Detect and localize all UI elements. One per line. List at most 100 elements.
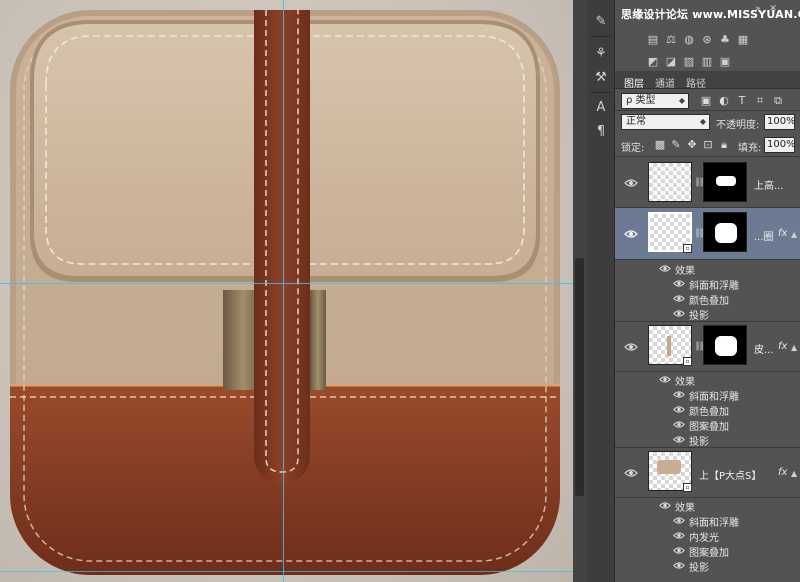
adjustment-filter-icon[interactable]: ◐ xyxy=(718,95,730,107)
lock-label: 锁定: xyxy=(621,143,645,154)
lock-image-icon[interactable]: ✎ xyxy=(670,139,682,151)
clone-source-icon[interactable]: ⚘ xyxy=(591,44,611,64)
eye-icon[interactable] xyxy=(624,468,638,478)
opacity-input[interactable]: 100% xyxy=(764,114,796,130)
tab-layers[interactable]: 图层 xyxy=(624,75,644,90)
effect-item[interactable]: 图案叠加 xyxy=(615,543,800,559)
eye-icon[interactable] xyxy=(673,546,685,555)
eye-icon[interactable] xyxy=(673,561,685,570)
tool-presets-icon[interactable]: ⚒ xyxy=(591,68,611,88)
effect-item[interactable]: 斜面和浮雕 xyxy=(615,513,800,529)
effects-group[interactable]: 效果 xyxy=(615,261,800,277)
eye-icon[interactable] xyxy=(673,279,685,288)
invert-icon[interactable]: ◩ xyxy=(646,55,660,69)
eye-icon[interactable] xyxy=(624,342,638,352)
chevron-up-icon[interactable]: ▲ xyxy=(791,469,797,478)
layer-name[interactable]: ...圈 xyxy=(754,228,774,243)
type-filter-icon[interactable]: T xyxy=(736,95,748,107)
layer-mask-thumbnail[interactable] xyxy=(703,162,747,202)
panel-collapse-icons[interactable]: » ✕ xyxy=(755,4,780,14)
eye-icon[interactable] xyxy=(659,375,671,384)
chevron-up-icon[interactable]: ▲ xyxy=(791,230,797,239)
eye-icon[interactable] xyxy=(624,178,638,188)
smart-object-badge-icon: ▫ xyxy=(683,357,692,366)
horizontal-guide[interactable] xyxy=(0,283,573,284)
tab-paths[interactable]: 路径 xyxy=(686,75,706,90)
eye-icon[interactable] xyxy=(673,390,685,399)
layer-name[interactable]: 皮... xyxy=(754,341,774,356)
fx-icon[interactable]: fx xyxy=(778,228,787,239)
effects-group[interactable]: 效果 xyxy=(615,372,800,388)
eye-icon[interactable] xyxy=(673,294,685,303)
opacity-label: 不透明度: xyxy=(716,120,760,131)
lock-all-icon[interactable]: 🔒︎ xyxy=(718,139,730,151)
eye-icon[interactable] xyxy=(673,405,685,414)
character-icon[interactable]: A xyxy=(591,98,611,118)
fx-icon[interactable]: fx xyxy=(778,341,787,352)
layer-thumbnail[interactable] xyxy=(648,162,692,202)
fill-input[interactable]: 100% xyxy=(764,137,796,153)
effect-item[interactable]: 斜面和浮雕 xyxy=(615,276,800,292)
shape-filter-icon[interactable]: ⌗ xyxy=(754,95,766,107)
eye-icon[interactable] xyxy=(673,516,685,525)
effect-item[interactable]: 斜面和浮雕 xyxy=(615,387,800,403)
effect-item[interactable]: 投影 xyxy=(615,558,800,574)
layer-row[interactable]: ⛓ 上高... xyxy=(615,158,800,208)
lock-position-icon[interactable]: ✥ xyxy=(686,139,698,151)
layer-mask-thumbnail[interactable] xyxy=(703,212,747,252)
scrollbar-thumb[interactable] xyxy=(575,258,584,496)
eye-icon[interactable] xyxy=(624,229,638,239)
eye-icon[interactable] xyxy=(673,531,685,540)
effect-item[interactable]: 投影 xyxy=(615,306,800,322)
eye-icon[interactable] xyxy=(659,264,671,273)
effect-item[interactable]: 投影 xyxy=(615,432,800,448)
paragraph-icon[interactable]: ¶ xyxy=(591,122,611,142)
fx-icon[interactable]: fx xyxy=(778,467,787,478)
leather-bag-icon-artwork xyxy=(10,10,560,575)
layer-filter-select[interactable]: ρ 类型 ◆ xyxy=(621,93,689,109)
channel-mixer-icon[interactable]: ⊛ xyxy=(700,33,714,47)
effect-label: 投影 xyxy=(689,563,709,574)
effects-group[interactable]: 效果 xyxy=(615,498,800,514)
pixel-filter-icon[interactable]: ▣ xyxy=(700,95,712,107)
effect-label: 图案叠加 xyxy=(689,548,729,559)
layer-row[interactable]: ▫ 上【P大点S】 fx ▲ xyxy=(615,448,800,498)
thumbnail-flap-shape xyxy=(657,460,681,474)
color-lookup-icon[interactable]: ♣ xyxy=(718,33,732,47)
effects-label: 效果 xyxy=(675,377,695,388)
chevron-up-icon[interactable]: ▲ xyxy=(791,343,797,352)
effect-item[interactable]: 颜色叠加 xyxy=(615,291,800,307)
layer-row-selected[interactable]: ▫ ⛓ ...圈 fx ▲ xyxy=(615,208,800,260)
blend-mode-select[interactable]: 正常 ◆ xyxy=(621,114,710,130)
effect-item[interactable]: 内发光 xyxy=(615,528,800,544)
photo-filter-icon[interactable]: ◍ xyxy=(682,33,696,47)
layer-name[interactable]: 上【P大点S】 xyxy=(699,467,761,482)
eye-icon[interactable] xyxy=(673,309,685,318)
lock-artboard-icon[interactable]: ⊡ xyxy=(702,139,714,151)
effect-item[interactable]: 图案叠加 xyxy=(615,417,800,433)
horizontal-guide-bottom[interactable] xyxy=(0,571,573,572)
mask-shape xyxy=(716,176,736,186)
document-canvas[interactable] xyxy=(0,0,573,582)
levels-icon[interactable]: ▤ xyxy=(646,33,660,47)
balance-icon[interactable]: ⚖ xyxy=(664,33,678,47)
selective-color-icon[interactable]: ▣ xyxy=(718,55,732,69)
posterize-icon[interactable]: ◪ xyxy=(664,55,678,69)
lock-transparent-icon[interactable]: ▩ xyxy=(654,139,666,151)
gradient-map-icon[interactable]: ▥ xyxy=(700,55,714,69)
vertical-guide[interactable] xyxy=(283,0,284,582)
layer-row[interactable]: ▫ ⛓ 皮... fx ▲ xyxy=(615,322,800,372)
layer-mask-thumbnail[interactable] xyxy=(703,325,747,365)
tab-channels[interactable]: 通道 xyxy=(655,75,675,90)
brush-presets-icon[interactable]: ✎ xyxy=(591,12,611,32)
grid-icon[interactable]: ▦ xyxy=(736,33,750,47)
effect-item[interactable]: 颜色叠加 xyxy=(615,402,800,418)
eye-icon[interactable] xyxy=(673,435,685,444)
layer-name[interactable]: 上高... xyxy=(754,177,784,192)
eye-icon[interactable] xyxy=(673,420,685,429)
blend-mode-value: 正常 xyxy=(626,116,646,127)
effects-label: 效果 xyxy=(675,503,695,514)
threshold-icon[interactable]: ▨ xyxy=(682,55,696,69)
smart-object-filter-icon[interactable]: ⧉ xyxy=(772,95,784,107)
eye-icon[interactable] xyxy=(659,501,671,510)
